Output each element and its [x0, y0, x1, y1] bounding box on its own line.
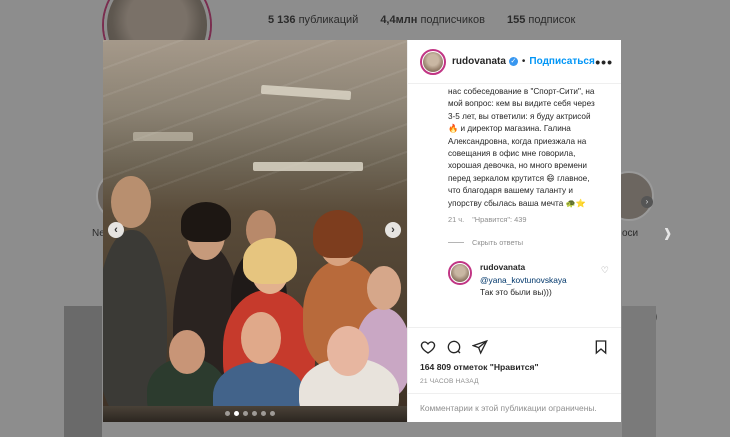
carousel-dot — [252, 411, 257, 416]
stat-following[interactable]: 155 подписок — [507, 14, 575, 26]
stat-followers-label: подписчиков — [420, 14, 485, 26]
profile-stats: 5 136 публикаций 4,4млн подписчиков 155 … — [268, 14, 575, 26]
reply-comment: rudovanata @yana_kovtunovskaya Так это б… — [420, 261, 609, 299]
post-actions: 164 809 отметок "Нравится" 21 часов наза… — [408, 327, 621, 385]
reply-author[interactable]: rudovanata — [480, 261, 597, 274]
post-caption: нас собеседование в "Спорт-Сити", на мой… — [448, 87, 595, 208]
carousel-dot — [243, 411, 248, 416]
next-post-arrow-icon[interactable]: › — [664, 214, 671, 250]
hide-replies-button[interactable]: Скрыть ответы — [420, 238, 609, 247]
person-head — [241, 312, 281, 364]
stat-followers-count: 4,4млн — [380, 14, 418, 26]
caption-age: 21 ч. — [448, 215, 465, 225]
post-header: rudovanata ✓ • Подписаться ••• — [408, 40, 621, 84]
header-separator: • — [521, 56, 526, 67]
person-head — [111, 176, 151, 228]
comments-area[interactable]: нас собеседование в "Спорт-Сити", на мой… — [408, 84, 621, 327]
author-username[interactable]: rudovanata — [452, 56, 506, 67]
reply-author-avatar[interactable] — [448, 261, 472, 286]
stat-posts-label: публикаций — [298, 14, 359, 26]
caption-likes[interactable]: "Нравится": 439 — [472, 215, 526, 224]
highlights-next-icon[interactable]: › — [641, 196, 653, 208]
grid-thumbnail-left[interactable] — [64, 306, 102, 437]
author-avatar-image — [423, 51, 443, 72]
share-icon[interactable] — [472, 339, 488, 355]
carousel-dot — [270, 411, 275, 416]
person-hair — [313, 210, 363, 258]
hide-replies-label: Скрыть ответы — [472, 238, 524, 248]
post-photo[interactable]: ‹ › — [103, 40, 407, 422]
ceiling-lamp — [133, 132, 193, 141]
verified-badge-icon: ✓ — [508, 57, 518, 66]
post-sidebar: rudovanata ✓ • Подписаться ••• нас собес… — [407, 40, 621, 422]
person-hair — [181, 202, 231, 242]
person-head — [367, 266, 401, 310]
action-icons — [420, 336, 609, 358]
carousel-dot-active — [234, 411, 239, 416]
save-bookmark-icon[interactable] — [593, 339, 609, 355]
carousel-dots — [225, 411, 275, 416]
stat-posts-count: 5 136 — [268, 14, 296, 26]
stat-posts[interactable]: 5 136 публикаций — [268, 14, 358, 26]
photo-scene — [103, 40, 407, 422]
post-modal: ‹ › rudovanata ✓ • Подписаться ••• нас с… — [103, 40, 621, 422]
reply-body: rudovanata @yana_kovtunovskaya Так это б… — [480, 261, 597, 299]
like-heart-icon[interactable] — [420, 339, 436, 355]
highlight-right-label: оси — [622, 228, 639, 239]
likes-count[interactable]: 164 809 отметок "Нравится" — [420, 362, 609, 372]
photo-prev-button[interactable]: ‹ — [108, 222, 124, 238]
photo-next-button[interactable]: › — [385, 222, 401, 238]
caption-meta: 21 ч. "Нравится": 439 — [420, 215, 609, 224]
reply-avatar-image — [451, 264, 469, 283]
stat-followers[interactable]: 4,4млн подписчиков — [380, 14, 485, 26]
grid-thumbnail-right[interactable] — [622, 306, 656, 437]
person-head — [327, 326, 369, 376]
stat-following-label: подписок — [528, 14, 576, 26]
carousel-dot — [225, 411, 230, 416]
person-hair — [243, 238, 297, 284]
ceiling-lamp — [253, 162, 363, 171]
comment-icon[interactable] — [446, 339, 462, 355]
hide-replies-line — [448, 242, 464, 244]
carousel-dot — [261, 411, 266, 416]
person-head — [169, 330, 205, 374]
more-options-icon[interactable]: ••• — [595, 54, 613, 70]
reply-mention[interactable]: @yana_kovtunovskaya — [480, 274, 597, 287]
post-timestamp[interactable]: 21 часов назад — [420, 378, 609, 385]
reply-like-heart-icon[interactable]: ♡ — [601, 265, 609, 299]
comments-restricted-notice: Комментарии к этой публикации ограничены… — [408, 393, 621, 422]
reply-text: Так это были вы))) — [480, 287, 552, 298]
stat-following-count: 155 — [506, 14, 526, 26]
author-avatar[interactable] — [420, 48, 446, 75]
follow-button[interactable]: Подписаться — [529, 56, 594, 67]
